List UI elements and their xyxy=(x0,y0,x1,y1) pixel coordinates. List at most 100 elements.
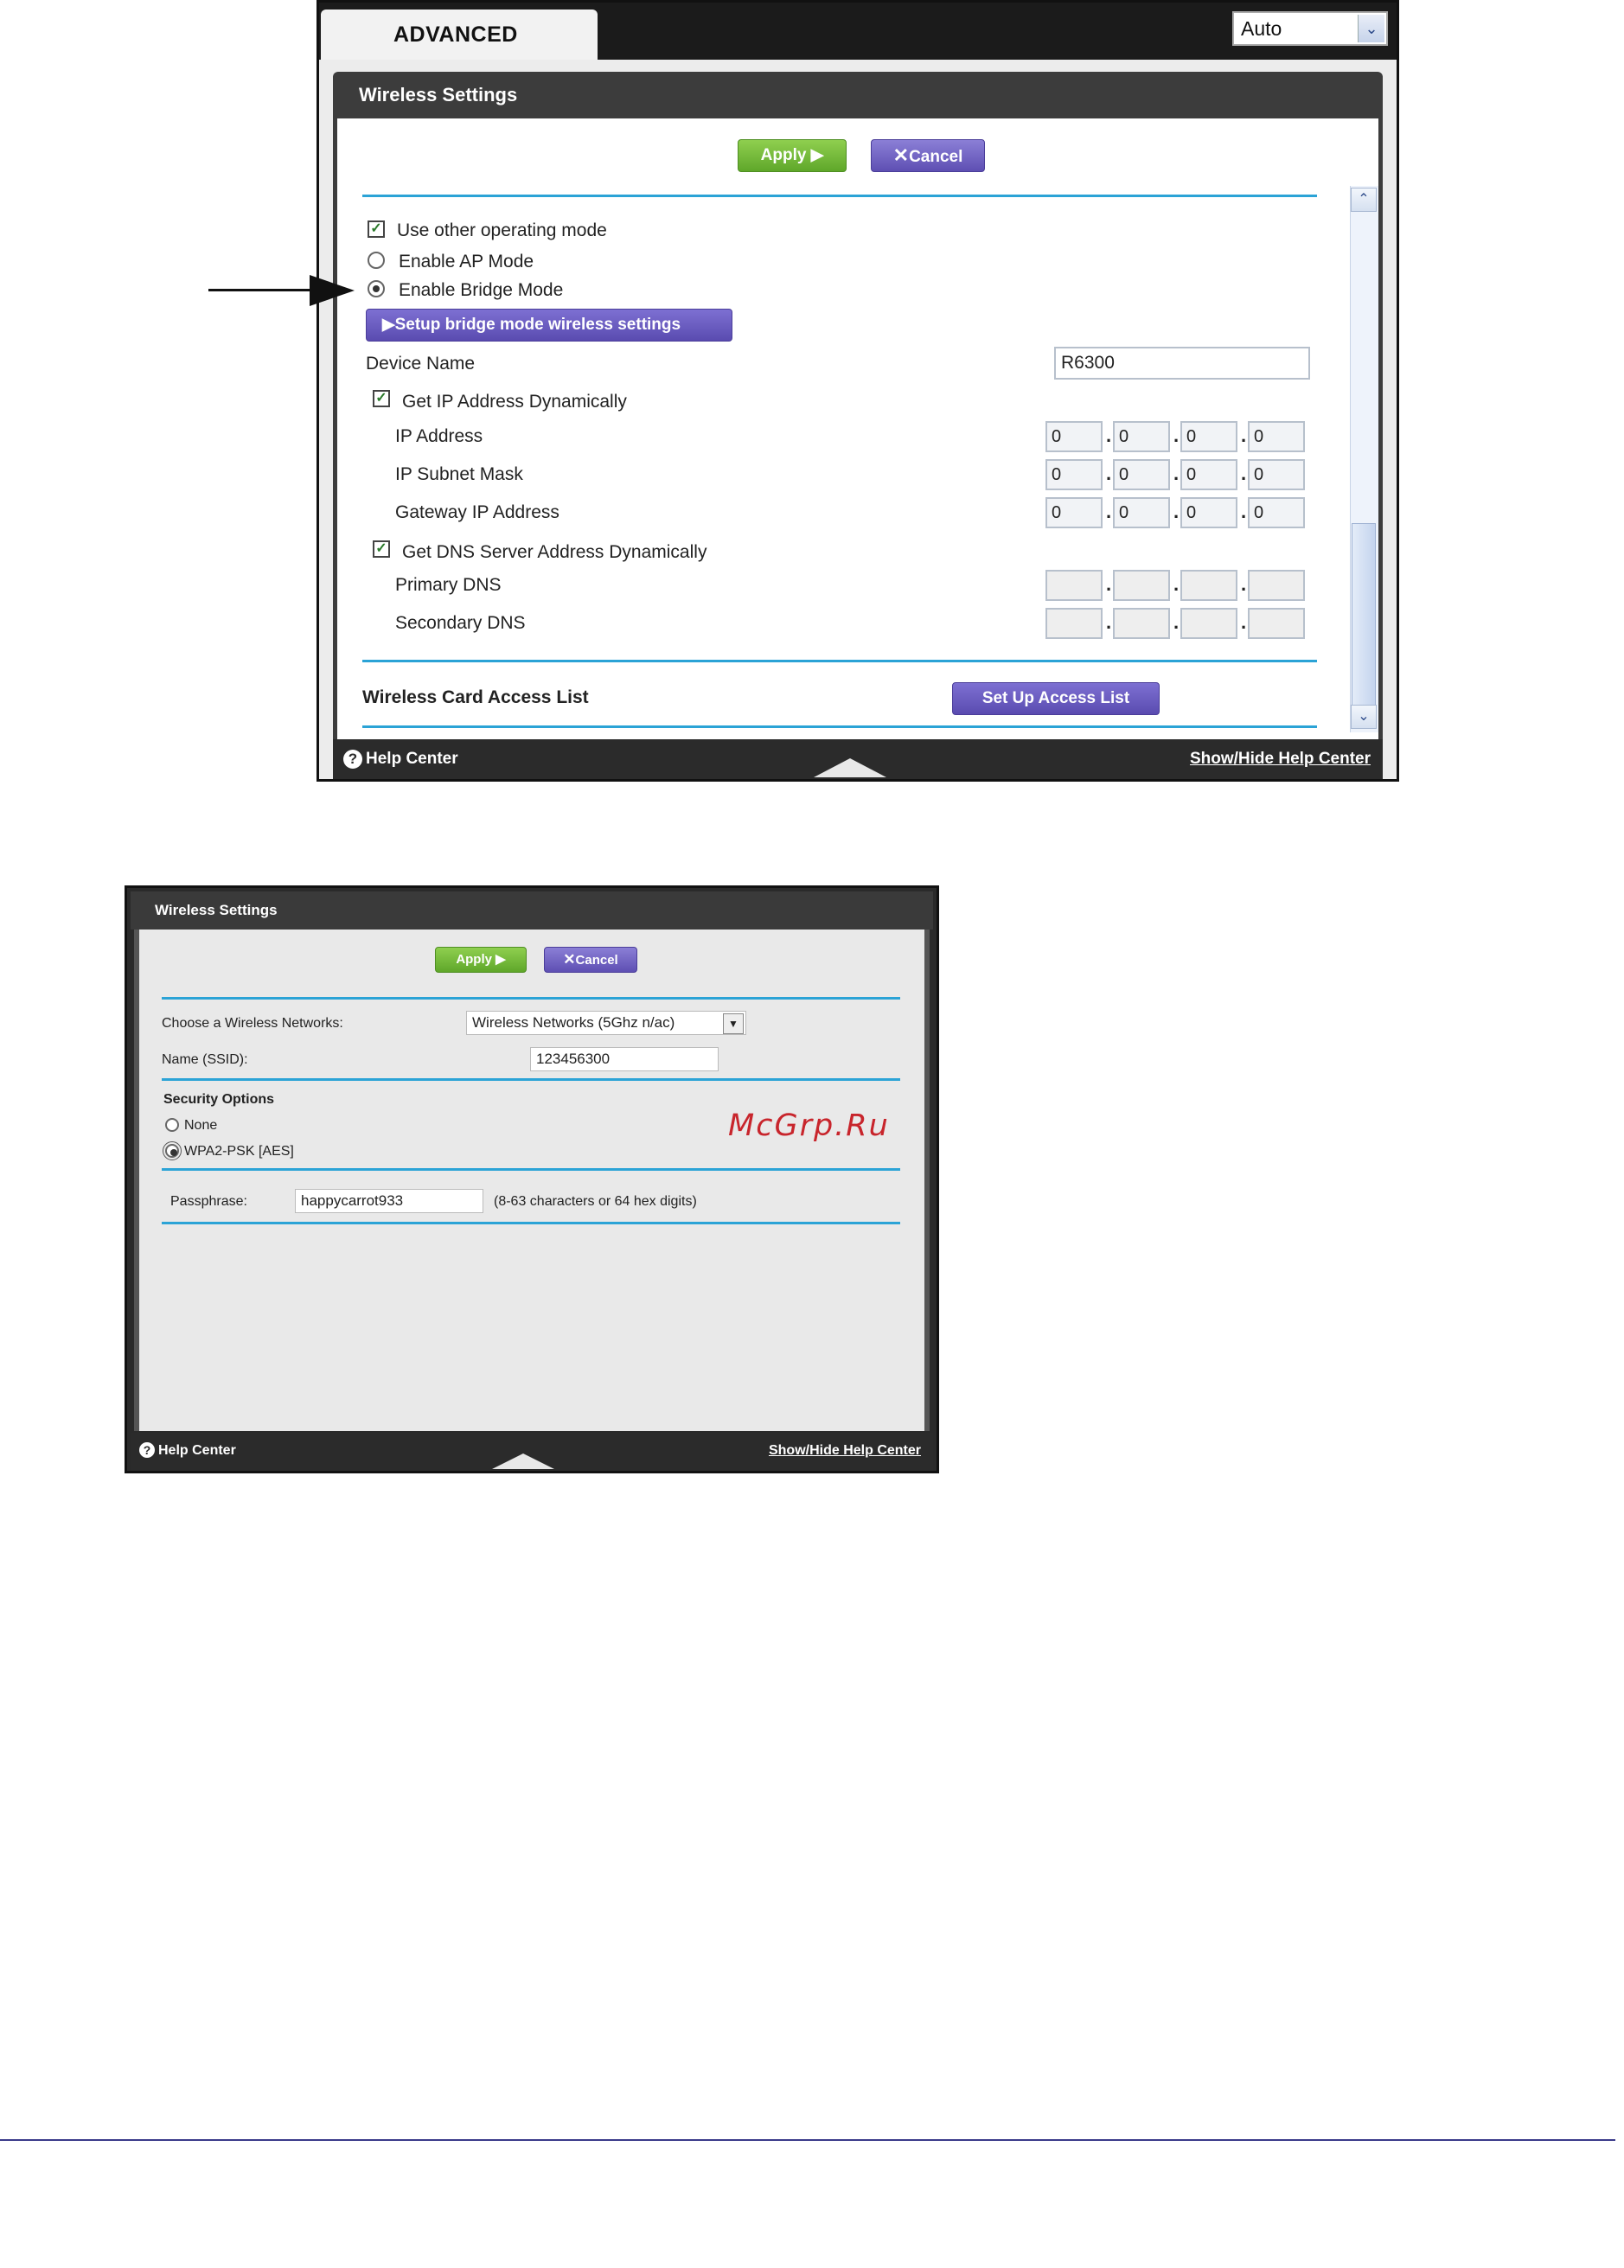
expand-arrow-icon[interactable] xyxy=(492,1453,554,1469)
router-advanced-wireless-screenshot: ADVANCED Auto ⌄ Wireless Settings Apply … xyxy=(316,0,1399,782)
device-name-input[interactable]: R6300 xyxy=(1054,347,1310,380)
show-hide-help-link[interactable]: Show/Hide Help Center xyxy=(1190,750,1371,769)
close-icon: ✕ xyxy=(892,144,910,166)
ap-mode-label: Enable AP Mode xyxy=(399,252,534,272)
chevron-down-icon[interactable]: ▼ xyxy=(723,1013,744,1034)
choose-network-label: Choose a Wireless Networks: xyxy=(162,1016,343,1031)
secondary-dns-label: Secondary DNS xyxy=(395,613,526,633)
octet-separator: . xyxy=(1106,611,1112,633)
octet-separator: . xyxy=(1241,501,1247,522)
gateway-ip-octet-3[interactable]: 0 xyxy=(1180,497,1237,528)
page-bottom-rule xyxy=(0,2139,1615,2141)
annotation-arrow-shaft xyxy=(208,289,321,291)
apply-button[interactable]: Apply ▶ xyxy=(738,139,847,172)
subnet-mask-octet-1[interactable]: 0 xyxy=(1045,459,1103,490)
ap-mode-radio[interactable] xyxy=(368,252,385,269)
octet-separator: . xyxy=(1106,463,1112,484)
panel-title: Wireless Settings xyxy=(131,891,933,930)
gateway-ip-label: Gateway IP Address xyxy=(395,502,559,522)
scrollbar-thumb[interactable] xyxy=(1352,523,1376,706)
octet-separator: . xyxy=(1241,573,1247,595)
octet-separator: . xyxy=(1173,425,1180,446)
security-none-radio[interactable] xyxy=(165,1118,179,1132)
help-center-bar: ? Help Center Show/Hide Help Center xyxy=(131,1433,933,1471)
octet-separator: . xyxy=(1241,611,1247,633)
octet-separator: . xyxy=(1241,463,1247,484)
security-none-label: None xyxy=(184,1118,218,1133)
section-divider xyxy=(162,1168,900,1171)
section-divider xyxy=(362,725,1317,728)
help-center-bar: ? Help Center Show/Hide Help Center xyxy=(333,739,1383,779)
tab-advanced[interactable]: ADVANCED xyxy=(321,10,598,60)
primary-dns-octet-2[interactable] xyxy=(1113,570,1170,601)
security-wpa2-label: WPA2-PSK [AES] xyxy=(184,1144,294,1159)
secondary-dns-octet-4[interactable] xyxy=(1248,608,1305,639)
get-dns-dynamically-checkbox[interactable]: ✓ xyxy=(373,540,390,558)
network-select[interactable]: Wireless Networks (5Ghz n/ac) ▼ xyxy=(466,1011,746,1035)
ip-address-octet-3[interactable]: 0 xyxy=(1180,421,1237,452)
help-icon[interactable]: ? xyxy=(139,1442,155,1458)
gateway-ip-octet-1[interactable]: 0 xyxy=(1045,497,1103,528)
panel-body xyxy=(134,930,930,1431)
get-dns-dynamically-label: Get DNS Server Address Dynamically xyxy=(402,542,707,562)
ip-address-octet-2[interactable]: 0 xyxy=(1113,421,1170,452)
use-other-mode-checkbox[interactable]: ✓ xyxy=(368,220,385,238)
ip-address-octet-1[interactable]: 0 xyxy=(1045,421,1103,452)
octet-separator: . xyxy=(1173,573,1180,595)
show-hide-help-link[interactable]: Show/Hide Help Center xyxy=(769,1443,921,1459)
passphrase-input[interactable]: happycarrot933 xyxy=(295,1189,483,1213)
octet-separator: . xyxy=(1241,425,1247,446)
apply-button[interactable]: Apply ▶ xyxy=(435,947,527,973)
setup-bridge-mode-button[interactable]: ▶Setup bridge mode wireless settings xyxy=(366,309,732,342)
help-icon[interactable]: ? xyxy=(343,750,362,769)
access-list-label: Wireless Card Access List xyxy=(362,687,589,707)
get-ip-dynamically-checkbox[interactable]: ✓ xyxy=(373,390,390,407)
help-center-label[interactable]: Help Center xyxy=(158,1443,236,1459)
subnet-mask-octet-4[interactable]: 0 xyxy=(1248,459,1305,490)
primary-dns-octet-1[interactable] xyxy=(1045,570,1103,601)
ssid-input[interactable]: 123456300 xyxy=(530,1047,719,1071)
primary-dns-octet-3[interactable] xyxy=(1180,570,1237,601)
octet-separator: . xyxy=(1173,501,1180,522)
get-ip-dynamically-label: Get IP Address Dynamically xyxy=(402,392,627,412)
octet-separator: . xyxy=(1106,573,1112,595)
primary-dns-label: Primary DNS xyxy=(395,575,502,595)
octet-separator: . xyxy=(1173,463,1180,484)
subnet-mask-octet-2[interactable]: 0 xyxy=(1113,459,1170,490)
octet-separator: . xyxy=(1106,501,1112,522)
network-select-value: Wireless Networks (5Ghz n/ac) xyxy=(472,1014,675,1031)
bridge-mode-radio[interactable] xyxy=(368,280,385,297)
ip-address-octet-4[interactable]: 0 xyxy=(1248,421,1305,452)
cancel-label: Cancel xyxy=(909,148,963,166)
set-up-access-list-button[interactable]: Set Up Access List xyxy=(952,682,1160,715)
watermark-text: McGrp.Ru xyxy=(728,1108,890,1143)
passphrase-label: Passphrase: xyxy=(170,1194,247,1209)
chevron-down-icon[interactable]: ⌄ xyxy=(1358,15,1384,42)
panel-title: Wireless Settings xyxy=(333,72,1383,118)
section-divider xyxy=(362,660,1317,662)
subnet-mask-octet-3[interactable]: 0 xyxy=(1180,459,1237,490)
subnet-mask-label: IP Subnet Mask xyxy=(395,464,523,484)
section-divider xyxy=(362,195,1317,197)
security-wpa2-radio[interactable] xyxy=(163,1141,182,1160)
octet-separator: . xyxy=(1106,425,1112,446)
secondary-dns-octet-2[interactable] xyxy=(1113,608,1170,639)
annotation-arrow-icon xyxy=(310,275,355,306)
scroll-up-button[interactable]: ⌃ xyxy=(1351,188,1377,212)
auto-select[interactable]: Auto ⌄ xyxy=(1232,11,1388,46)
secondary-dns-octet-3[interactable] xyxy=(1180,608,1237,639)
cancel-label: Cancel xyxy=(575,953,618,968)
secondary-dns-octet-1[interactable] xyxy=(1045,608,1103,639)
section-divider xyxy=(162,1222,900,1224)
octet-separator: . xyxy=(1173,611,1180,633)
cancel-button[interactable]: ✕Cancel xyxy=(871,139,985,172)
ssid-label: Name (SSID): xyxy=(162,1052,248,1067)
scroll-down-button[interactable]: ⌄ xyxy=(1351,705,1377,729)
auto-select-value: Auto xyxy=(1241,17,1282,40)
cancel-button[interactable]: ✕Cancel xyxy=(544,947,637,973)
expand-arrow-icon[interactable] xyxy=(814,758,886,777)
help-center-label[interactable]: Help Center xyxy=(366,750,458,769)
primary-dns-octet-4[interactable] xyxy=(1248,570,1305,601)
gateway-ip-octet-2[interactable]: 0 xyxy=(1113,497,1170,528)
gateway-ip-octet-4[interactable]: 0 xyxy=(1248,497,1305,528)
